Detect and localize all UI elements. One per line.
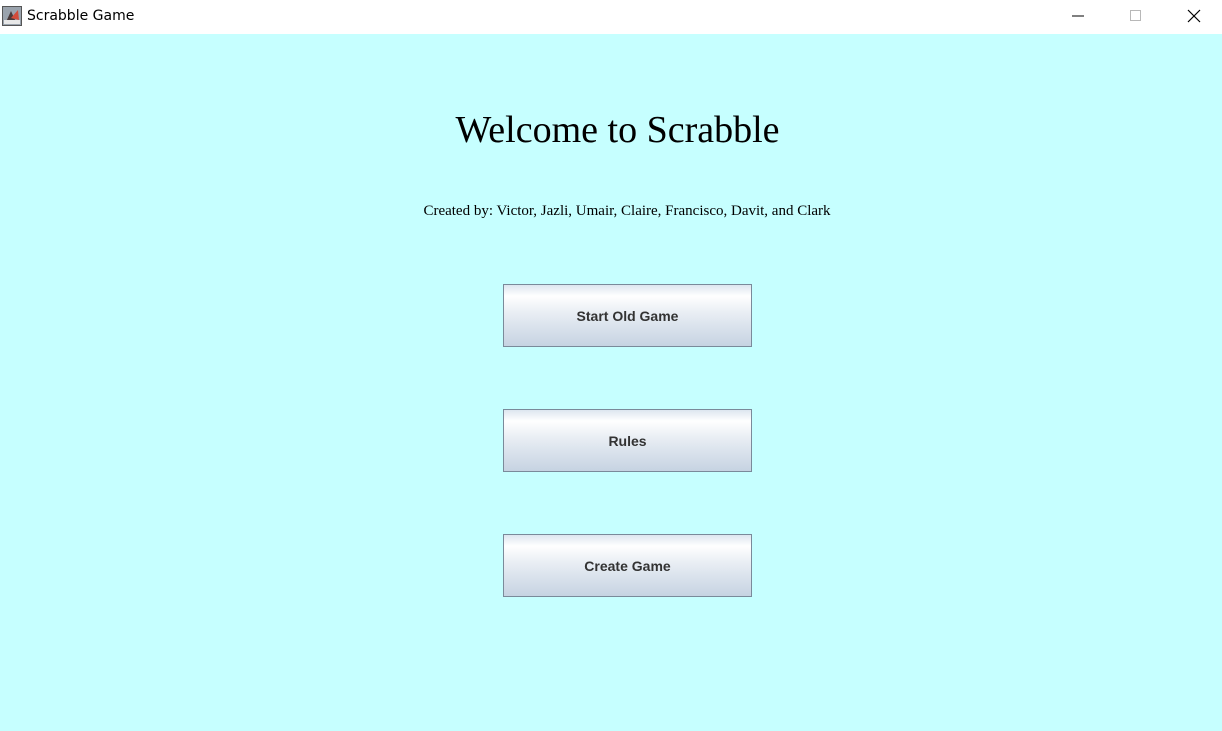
rules-button[interactable]: Rules xyxy=(503,409,752,472)
maximize-icon xyxy=(1130,10,1141,21)
credits-text: Created by: Victor, Jazli, Umair, Claire… xyxy=(423,203,831,219)
minimize-icon xyxy=(1072,15,1084,17)
main-panel: Welcome to Scrabble Created by: Victor, … xyxy=(0,34,1222,731)
page-title: Welcome to Scrabble xyxy=(455,109,780,151)
window-title: Scrabble Game xyxy=(27,8,135,24)
create-game-button[interactable]: Create Game xyxy=(503,534,752,597)
scrabble-window: Scrabble Game Welcome to Scrabble Create… xyxy=(0,0,1222,731)
title-bar[interactable]: Scrabble Game xyxy=(0,0,1222,34)
start-old-game-button[interactable]: Start Old Game xyxy=(503,284,752,347)
minimize-button[interactable] xyxy=(1049,0,1107,32)
close-button[interactable] xyxy=(1165,0,1222,32)
close-icon xyxy=(1187,9,1201,23)
scrabble-app-icon xyxy=(2,6,22,26)
maximize-button[interactable] xyxy=(1107,0,1165,32)
